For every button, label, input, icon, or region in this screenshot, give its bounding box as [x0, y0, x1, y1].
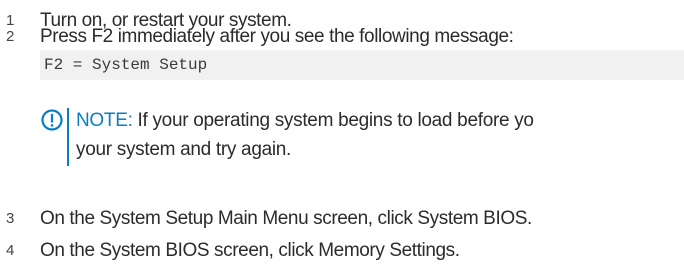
step-text: Press F2 immediately after you see the f… — [40, 26, 514, 47]
step-text: On the System BIOS screen, click Memory … — [40, 240, 460, 261]
step-number: 4 — [6, 242, 15, 259]
note-divider — [67, 108, 69, 166]
note-label: NOTE: — [76, 110, 133, 131]
step-number: 3 — [6, 210, 15, 227]
info-icon — [40, 108, 64, 132]
code-text: F2 = System Setup — [44, 56, 208, 74]
step-text: On the System Setup Main Menu screen, cl… — [40, 208, 532, 229]
note-text: If your operating system begins to load … — [137, 110, 534, 131]
step-4: 4 On the System BIOS screen, click Memor… — [0, 240, 684, 268]
note-callout: NOTE: If your operating system begins to… — [40, 108, 684, 168]
step-number: 2 — [6, 28, 15, 45]
note-text-line-1: NOTE: If your operating system begins to… — [76, 109, 534, 133]
step-3: 3 On the System Setup Main Menu screen, … — [0, 208, 684, 236]
note-text-line-2: your system and try again. — [76, 139, 292, 160]
code-block: F2 = System Setup — [40, 50, 684, 80]
